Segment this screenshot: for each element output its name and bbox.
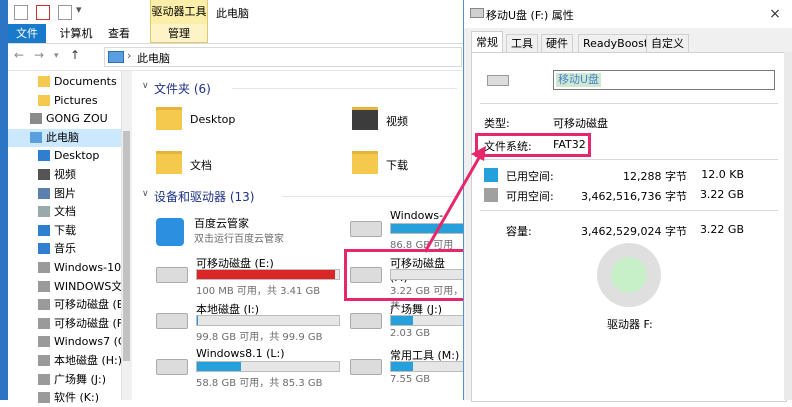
callout-arrow — [423, 146, 486, 253]
arrow-line — [423, 155, 482, 253]
